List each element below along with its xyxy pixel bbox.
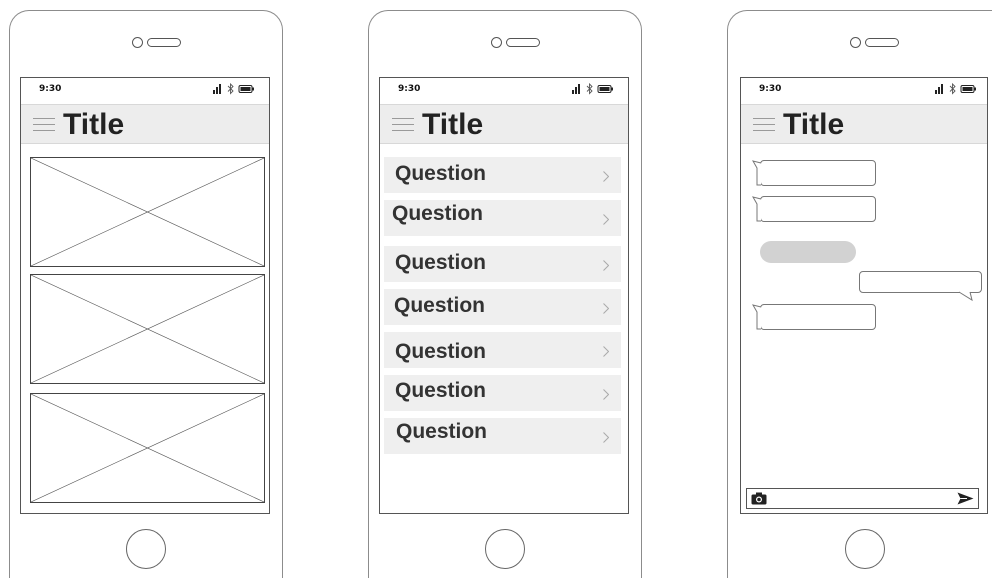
incoming-message-bubble [760,196,876,222]
list-item[interactable]: Question [384,375,621,411]
phone-gallery: 9:30 Title [9,10,283,578]
hamburger-menu-icon[interactable] [33,118,55,132]
phone-question-list: 9:30 Title Question Question Question Qu… [368,10,642,578]
image-placeholder[interactable] [30,274,265,384]
list-item[interactable]: Question [384,418,621,454]
camera-icon[interactable] [751,492,767,505]
screen: 9:30 [20,77,270,514]
status-time: 9:30 [39,84,62,94]
typing-indicator [760,241,856,263]
incoming-message-bubble [760,160,876,186]
bluetooth-icon [227,83,234,95]
front-camera [491,37,502,48]
speaker-grille [147,38,181,47]
front-camera [132,37,143,48]
screen: 9:30 [379,77,629,514]
list-item[interactable]: Question [384,332,621,368]
screen: 9:30 [740,77,988,514]
bubble-tail [751,304,762,330]
phone-chat: 9:30 Title [727,10,992,578]
list-item[interactable]: Question [384,157,621,193]
speaker-grille [865,38,899,47]
bubble-tail [958,291,973,302]
bubble-tail [751,196,762,222]
battery-icon [597,85,613,93]
hamburger-menu-icon[interactable] [753,118,775,132]
question-label: Question [392,202,484,225]
page-title: Title [422,108,484,141]
question-label: Question [395,251,487,274]
send-icon[interactable] [957,492,974,505]
chevron-right-icon [603,214,609,225]
chat-input-bar[interactable] [746,488,979,509]
chevron-right-icon [603,260,609,271]
system-icons [572,83,618,95]
incoming-message-bubble [760,304,876,330]
title-bar: Title [380,104,628,144]
bluetooth-icon [949,83,956,95]
chevron-right-icon [603,171,609,182]
status-time: 9:30 [759,84,782,94]
battery-icon [960,85,976,93]
question-label: Question [395,340,487,363]
status-time: 9:30 [398,84,421,94]
signal-icon [213,84,221,94]
status-bar: 9:30 [741,78,987,104]
status-bar: 9:30 [380,78,628,104]
title-bar: Title [21,104,269,144]
chevron-right-icon [603,389,609,400]
list-item[interactable]: Question [384,289,621,325]
chevron-right-icon [603,432,609,443]
bubble-tail [751,160,762,186]
home-button[interactable] [845,529,885,569]
image-placeholder[interactable] [30,393,265,503]
home-button[interactable] [126,529,166,569]
question-label: Question [395,162,487,185]
page-title: Title [783,108,845,141]
front-camera [850,37,861,48]
speaker-grille [506,38,540,47]
chevron-right-icon [603,346,609,357]
hamburger-menu-icon[interactable] [392,118,414,132]
battery-icon [238,85,254,93]
outgoing-message-bubble [859,271,982,293]
title-bar: Title [741,104,987,144]
system-icons [213,83,259,95]
bluetooth-icon [586,83,593,95]
system-icons [935,83,981,95]
signal-icon [572,84,580,94]
signal-icon [935,84,943,94]
chevron-right-icon [603,303,609,314]
status-bar: 9:30 [21,78,269,104]
list-item[interactable]: Question [384,200,621,236]
list-item[interactable]: Question [384,246,621,282]
question-label: Question [394,294,486,317]
image-placeholder[interactable] [30,157,265,267]
question-label: Question [396,420,488,443]
question-label: Question [395,379,487,402]
page-title: Title [63,108,125,141]
home-button[interactable] [485,529,525,569]
